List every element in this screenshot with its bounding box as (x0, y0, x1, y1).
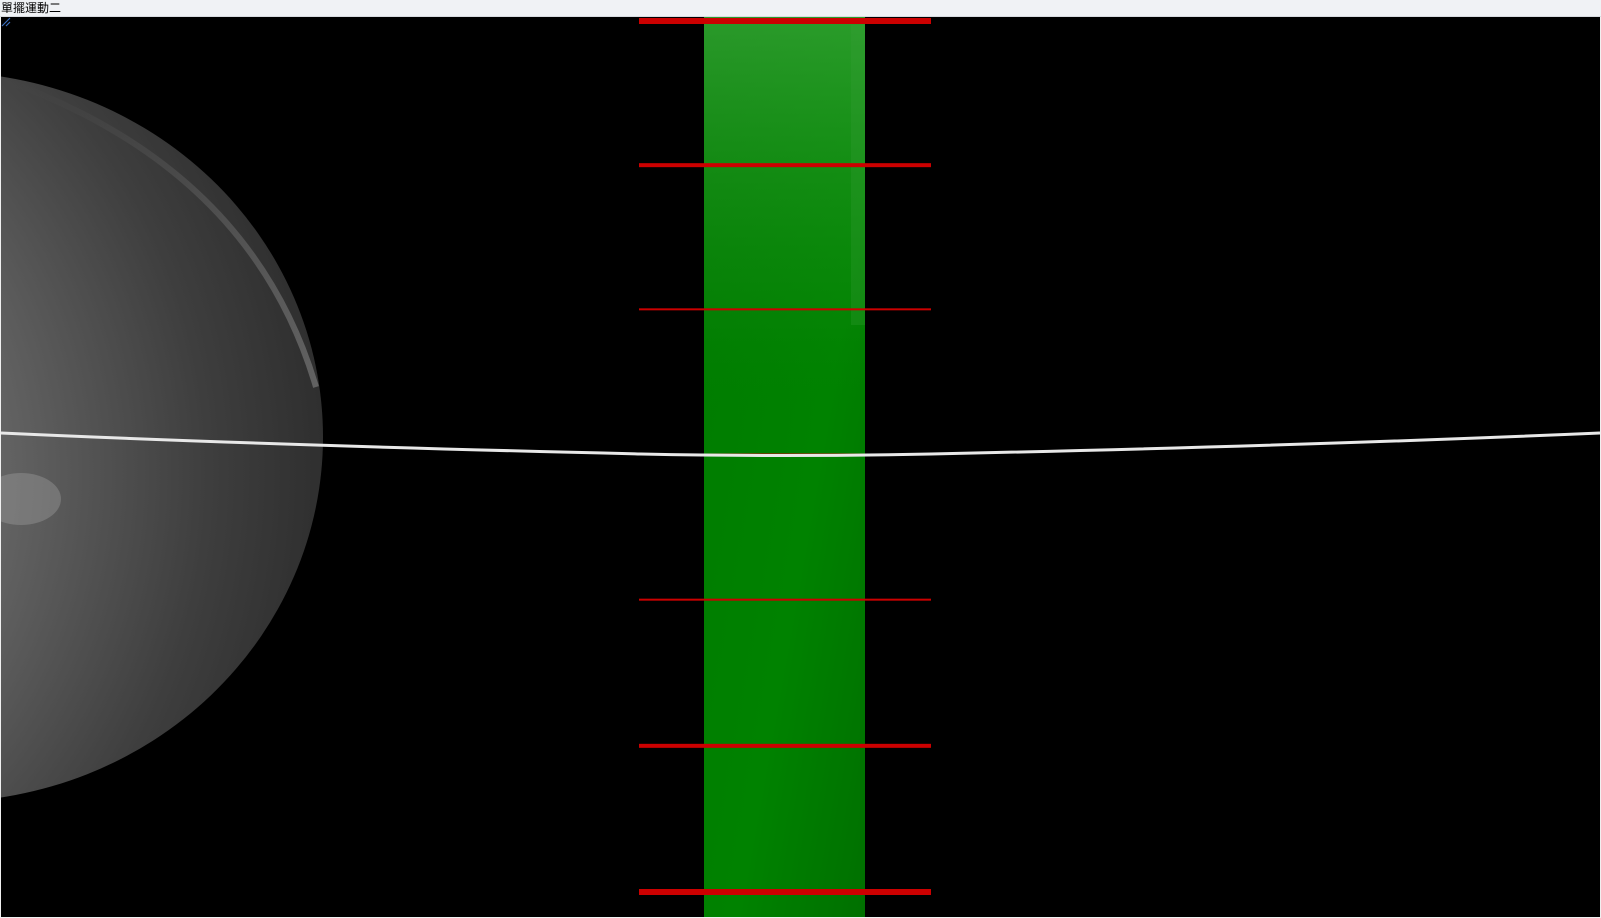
window-title: 單擺運動二 (1, 1, 62, 15)
ruler (704, 17, 865, 917)
ruler-tick (639, 308, 931, 311)
window-title-bar[interactable]: 單擺運動二 (0, 0, 1601, 17)
pendulum-bob (1, 76, 323, 798)
ruler-tick (639, 889, 931, 895)
simulation-viewport[interactable] (1, 17, 1600, 917)
resize-grip-icon[interactable] (1, 17, 11, 27)
app-window: 單擺運動二 (0, 0, 1601, 918)
ruler-tick (639, 743, 931, 748)
ruler-tick (639, 18, 931, 24)
ruler-tick (639, 598, 931, 601)
ruler-tick (639, 163, 931, 168)
scene-svg (1, 17, 1600, 917)
